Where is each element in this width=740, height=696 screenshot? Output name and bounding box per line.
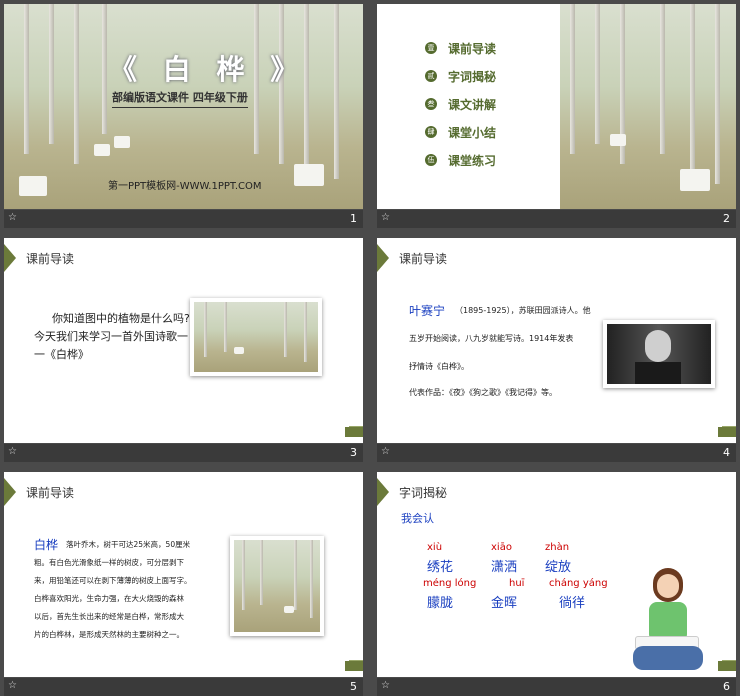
- slide-number: 6: [723, 680, 730, 693]
- star-icon: ☆: [381, 446, 390, 457]
- header-marker: [4, 244, 16, 272]
- toc-badge-4: 肆: [425, 126, 437, 138]
- pinyin: huī: [509, 578, 525, 589]
- slide-subtitle: 部编版语文课件 四年级下册: [112, 89, 248, 108]
- toc-badge-5: 伍: [425, 154, 437, 166]
- bio-line-4: 代表作品：《夜》《狗之歌》《我记得》等。: [409, 388, 557, 397]
- pinyin: xiù: [427, 542, 443, 553]
- toc-badge-1: 壹: [425, 42, 437, 54]
- star-icon: ☆: [8, 446, 17, 457]
- slide-number: 5: [350, 680, 357, 693]
- header-marker: [377, 478, 389, 506]
- slide-title: 《 白 桦 》: [109, 53, 307, 86]
- birch-photo: [190, 298, 322, 376]
- body-line-1: 你知道图中的植物是什么吗?: [52, 312, 190, 325]
- body-line-2: 今天我们来学习一首外国诗歌一: [34, 330, 188, 343]
- desc-line-2: 粗。有白色光滑象纸一样的树皮，可分层剥下: [34, 558, 184, 567]
- word: 绣花: [427, 560, 454, 575]
- toc-item-4[interactable]: 课堂小结: [448, 124, 496, 141]
- bio-line-2: 五岁开始阅读，八九岁就能写诗。1914年发表: [409, 334, 574, 343]
- desc-line-6: 片的白桦林，是形成天然林的主要树种之一。: [34, 630, 184, 639]
- star-icon: ☆: [8, 680, 17, 691]
- pinyin: zhàn: [545, 542, 570, 553]
- slide-header: 课前导读: [26, 252, 75, 266]
- birch-forest-image: [560, 4, 736, 209]
- header-marker: [377, 244, 389, 272]
- term-name: 白桦: [34, 538, 59, 552]
- pinyin: cháng yáng: [549, 578, 608, 589]
- slide-2[interactable]: 壹 课前导读 贰 字词揭秘 叁 课文讲解 肆 课堂小结 伍 课堂练习: [377, 4, 736, 209]
- bio-line-3: 抒情诗《白桦》。: [409, 362, 469, 371]
- desc-line-3: 来，用铅笔还可以在剥下薄薄的树皮上面写字。: [34, 576, 192, 585]
- toc-item-5[interactable]: 课堂练习: [448, 152, 496, 169]
- slide-1[interactable]: 《 白 桦 》 部编版语文课件 四年级下册 第一PPT模板网-WWW.1PPT.…: [4, 4, 363, 209]
- slide-4[interactable]: 课前导读 叶赛宁 （1895-1925），苏联田园派诗人。他 五岁开始阅读，八九…: [377, 238, 736, 443]
- slide-bar-5: ☆ 5: [4, 678, 363, 696]
- slide-number: 2: [723, 212, 730, 225]
- slide-number: 3: [350, 446, 357, 459]
- star-icon: ☆: [381, 680, 390, 691]
- slide-3[interactable]: 课前导读 你知道图中的植物是什么吗? 今天我们来学习一首外国诗歌一 一《白桦》: [4, 238, 363, 443]
- girl-reading-illustration: [627, 568, 709, 674]
- slide-5[interactable]: 课前导读 白桦 落叶乔木，树干可达25米高，50厘米 粗。有白色光滑象纸一样的树…: [4, 472, 363, 677]
- slide-bar-6: ☆ 6: [377, 678, 736, 696]
- poet-portrait: [603, 320, 715, 388]
- star-icon: ☆: [381, 212, 390, 223]
- desc-line-5: 以后，首先生长出来的经常是白桦，常形成大: [34, 612, 184, 621]
- slide-number: 1: [350, 212, 357, 225]
- intro-label: 我会认: [401, 512, 434, 525]
- word: 绽放: [545, 560, 572, 575]
- slide-bar-2: ☆ 2: [377, 210, 736, 228]
- toc-item-1[interactable]: 课前导读: [448, 40, 496, 57]
- slide-bar-1: ☆ 1: [4, 210, 363, 228]
- header-marker: [4, 478, 16, 506]
- star-icon: ☆: [8, 212, 17, 223]
- pinyin: xiāo: [491, 542, 512, 553]
- word: 徜徉: [559, 596, 586, 611]
- slide-bar-3: ☆ 3: [4, 444, 363, 462]
- toc-item-2[interactable]: 字词揭秘: [448, 68, 496, 85]
- slide-header: 课前导读: [399, 252, 448, 266]
- slide-header: 课前导读: [26, 486, 75, 500]
- slide-header: 字词揭秘: [399, 486, 448, 500]
- pinyin: méng lóng: [423, 578, 477, 589]
- word: 朦胧: [427, 596, 454, 611]
- word: 潇洒: [491, 560, 518, 575]
- body-line-3: 一《白桦》: [34, 348, 89, 361]
- slide-6[interactable]: 字词揭秘 我会认 xiù 绣花 xiāo 潇洒 zhàn 绽放 méng lón…: [377, 472, 736, 677]
- slide-bar-4: ☆ 4: [377, 444, 736, 462]
- poet-name: 叶赛宁: [409, 304, 446, 318]
- birch-photo: [230, 536, 324, 636]
- word: 金晖: [491, 596, 518, 611]
- bio-line-1: （1895-1925），苏联田园派诗人。他: [455, 306, 591, 315]
- desc-line-4: 白桦喜欢阳光，生命力强，在大火烧毁的森林: [34, 594, 184, 603]
- slide-number: 4: [723, 446, 730, 459]
- toc-badge-2: 贰: [425, 70, 437, 82]
- toc-item-3[interactable]: 课文讲解: [448, 96, 496, 113]
- site-url: 第一PPT模板网-WWW.1PPT.COM: [108, 181, 262, 192]
- toc-badge-3: 叁: [425, 98, 437, 110]
- desc-line-1: 落叶乔木，树干可达25米高，50厘米: [66, 540, 191, 549]
